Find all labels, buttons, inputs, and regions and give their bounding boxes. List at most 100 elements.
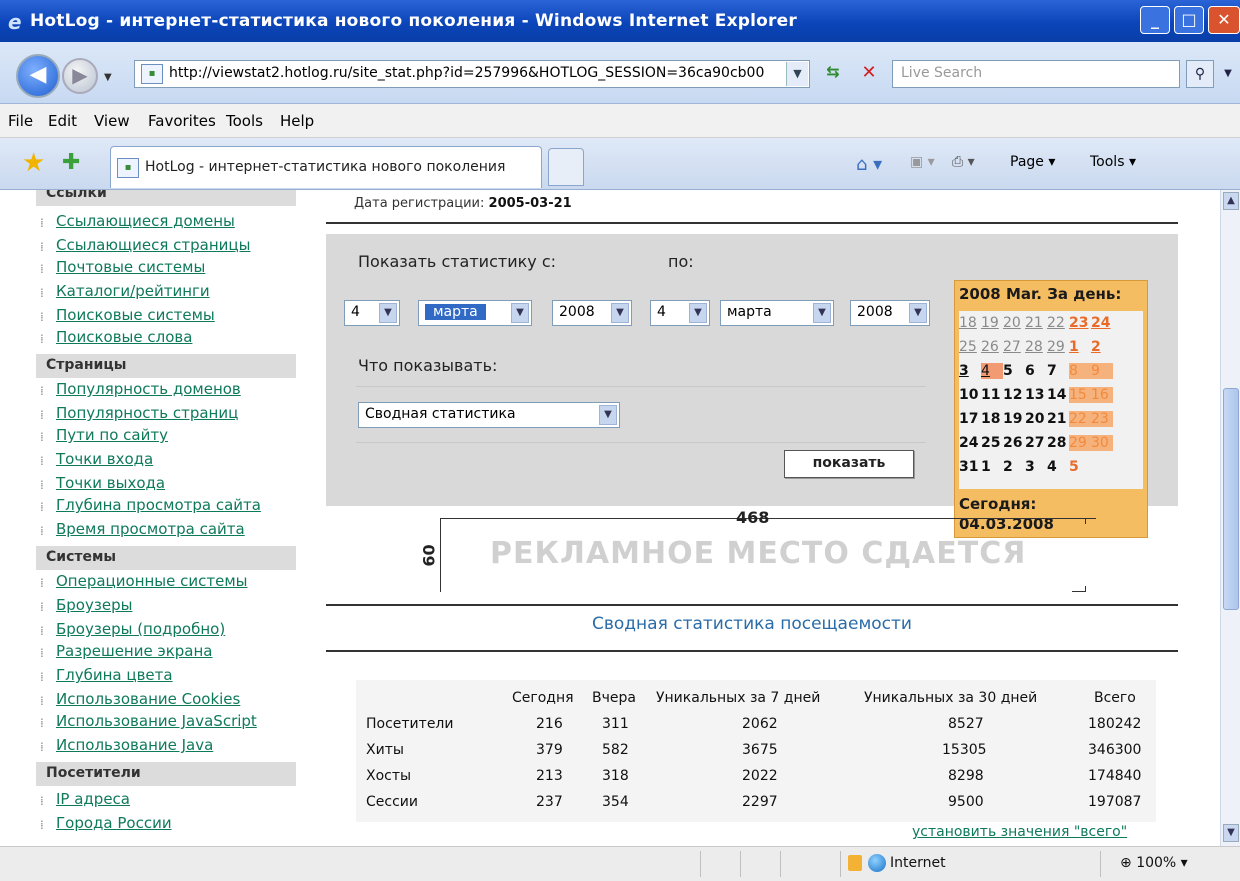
sidebar-item[interactable]: Поисковые слова [56,328,192,346]
table-cell: 2022 [742,768,778,784]
protected-mode-icon[interactable] [848,855,862,871]
bullet-icon: ⁞ [40,478,44,492]
bullet-icon: ⁞ [40,818,44,832]
vertical-scrollbar[interactable]: ▲ ▼ [1220,190,1240,846]
corner-mark [1072,518,1086,524]
sidebar-item[interactable]: Использование JavaScript [56,712,257,730]
sidebar-item[interactable]: Точки входа [56,450,153,468]
scroll-down-icon[interactable]: ▼ [1223,824,1239,842]
search-icon[interactable]: ⚲ [1186,60,1214,88]
menu-view[interactable]: View [94,112,130,130]
minimize-button[interactable]: _ [1140,6,1170,34]
forward-button[interactable]: ▶ [62,58,98,94]
print-icon[interactable]: ⎙ ▾ [952,154,975,170]
bullet-icon: ⁞ [40,794,44,808]
sidebar-item[interactable]: Время просмотра сайта [56,520,245,538]
bullet-icon: ⁞ [40,524,44,538]
page-menu[interactable]: Page ▾ [1010,154,1055,170]
dimension-line [440,518,441,592]
from-month-select[interactable]: марта ▼ [418,300,532,326]
sidebar-item[interactable]: IP адреса [56,790,130,808]
divider [326,604,1178,606]
favorites-star-icon[interactable]: ★ [22,148,45,178]
menu-bar: File Edit View Favorites Tools Help [0,104,1240,138]
add-favorite-icon[interactable]: ✚ [62,150,80,175]
row-label: Хосты [366,768,412,784]
to-month-select[interactable]: марта ▼ [720,300,834,326]
ad-banner-placeholder[interactable]: 468 60 РЕКЛАМНОЕ МЕСТО СДАЕТСЯ [420,508,1100,596]
sidebar-item[interactable]: Использование Java [56,736,213,754]
bullet-icon: ⁞ [40,670,44,684]
page-icon: ▪ [141,64,163,84]
refresh-icon[interactable]: ⇆ [820,62,846,88]
sidebar-item[interactable]: Глубина цвета [56,666,173,684]
sidebar-item[interactable]: Популярность страниц [56,404,238,422]
home-icon[interactable]: ⌂ ▾ [856,154,882,175]
sidebar-item[interactable]: Пути по сайту [56,426,168,444]
sidebar: Ссылки ⁞ Ссылающиеся домены ⁞ Ссылающиес… [0,190,300,846]
sidebar-item[interactable]: Популярность доменов [56,380,241,398]
bullet-icon: ⁞ [40,332,44,346]
sidebar-item[interactable]: Глубина просмотра сайта [56,496,261,514]
bullet-icon: ⁞ [40,694,44,708]
sidebar-item[interactable]: Поисковые системы [56,306,215,324]
sidebar-item[interactable]: Операционные системы [56,572,248,590]
menu-favorites[interactable]: Favorites [148,112,216,130]
from-year-select[interactable]: 2008 ▼ [552,300,632,326]
chevron-down-icon: ▼ [611,303,629,323]
scroll-thumb[interactable] [1223,388,1239,610]
sidebar-item[interactable]: Разрешение экрана [56,642,212,660]
sidebar-item[interactable]: Ссылающиеся домены [56,212,235,230]
to-day-select[interactable]: 4 ▼ [650,300,710,326]
arrow-right-icon: ▶ [72,63,88,87]
tools-menu[interactable]: Tools ▾ [1090,154,1136,170]
new-tab-button[interactable] [548,148,584,186]
sidebar-item[interactable]: Ссылающиеся страницы [56,236,250,254]
menu-tools[interactable]: Tools [226,112,263,130]
history-dropdown-icon[interactable]: ▼ [104,72,112,83]
close-button[interactable]: ✕ [1208,6,1240,34]
search-input[interactable]: Live Search [892,60,1180,88]
set-total-link[interactable]: установить значения "всего" [912,824,1127,840]
scroll-up-icon[interactable]: ▲ [1223,192,1239,210]
chevron-down-icon: ▼ [813,303,831,323]
divider [326,650,1178,652]
menu-file[interactable]: File [8,112,33,130]
maximize-button[interactable]: □ [1174,6,1204,34]
to-year-select[interactable]: 2008 ▼ [850,300,930,326]
security-zone[interactable]: Internet [890,855,946,871]
table-cell: 354 [602,794,629,810]
from-day-select[interactable]: 4 ▼ [344,300,400,326]
tab-hotlog[interactable]: ▪ HotLog - интернет-статистика нового по… [110,146,542,188]
address-url: http://viewstat2.hotlog.ru/site_stat.php… [169,65,765,81]
status-separator [740,851,741,877]
sidebar-item[interactable]: Почтовые системы [56,258,205,276]
feeds-icon[interactable]: ▣ ▾ [910,154,935,170]
sidebar-item[interactable]: Города России [56,814,172,832]
registration-date: Дата регистрации: 2005-03-21 [354,196,572,211]
table-cell: 180242 [1088,716,1142,732]
zoom-level[interactable]: ⊕ 100% ▾ [1120,855,1188,871]
back-button[interactable]: ◀ [16,54,60,98]
address-dropdown-icon[interactable]: ▼ [786,62,808,86]
bullet-icon: ⁞ [40,430,44,444]
report-type-select[interactable]: Сводная статистика ▼ [358,402,620,428]
table-cell: 379 [536,742,563,758]
show-button[interactable]: показать [784,450,914,478]
what-label: Что показывать: [358,356,498,375]
search-dropdown-icon[interactable]: ▼ [1218,60,1238,88]
chevron-down-icon: ▼ [511,303,529,323]
divider [326,222,1178,224]
stop-icon[interactable]: ✕ [856,62,882,88]
sidebar-item[interactable]: Точки выхода [56,474,165,492]
sidebar-item[interactable]: Броузеры [56,596,132,614]
address-bar[interactable]: ▪ http://viewstat2.hotlog.ru/site_stat.p… [134,60,810,88]
menu-help[interactable]: Help [280,112,314,130]
sidebar-item[interactable]: Броузеры (подробно) [56,620,225,638]
menu-edit[interactable]: Edit [48,112,77,130]
sidebar-item[interactable]: Использование Cookies [56,690,240,708]
sidebar-head-visitors: Посетители [36,762,296,786]
sidebar-item[interactable]: Каталоги/рейтинги [56,282,210,300]
table-cell: 318 [602,768,629,784]
table-cell: 237 [536,794,563,810]
